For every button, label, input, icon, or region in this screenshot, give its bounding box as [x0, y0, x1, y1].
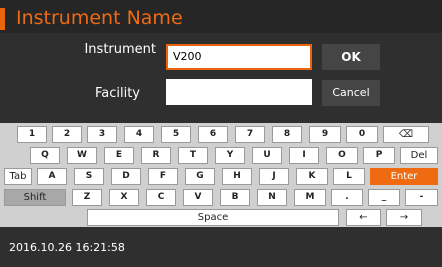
key-o[interactable]: O: [326, 147, 358, 164]
key-l[interactable]: L: [333, 168, 365, 185]
cancel-button[interactable]: Cancel: [322, 80, 380, 106]
shift-key[interactable]: Shift: [4, 189, 66, 206]
instrument-label: Instrument: [84, 42, 156, 57]
key-r[interactable]: R: [141, 147, 171, 164]
key-underscore[interactable]: _: [368, 189, 400, 206]
instrument-input[interactable]: V200: [166, 44, 312, 70]
status-bar: 2016.10.26 16:21:58: [0, 227, 442, 267]
key-j[interactable]: J: [259, 168, 289, 185]
facility-input[interactable]: [166, 79, 312, 105]
key-i[interactable]: I: [289, 147, 319, 164]
delete-key[interactable]: Del: [400, 147, 438, 164]
key-w[interactable]: W: [67, 147, 97, 164]
key-5[interactable]: 5: [161, 126, 191, 143]
key-g[interactable]: G: [185, 168, 215, 185]
key-q[interactable]: Q: [30, 147, 60, 164]
title-bar: Instrument Name: [0, 0, 442, 33]
key-e[interactable]: E: [104, 147, 134, 164]
key-hyphen[interactable]: -: [405, 189, 438, 206]
on-screen-keyboard: 1 2 3 4 5 6 7 8 9 0 ⌫ Q W E R T Y U I O …: [0, 123, 442, 227]
tab-key[interactable]: Tab: [4, 168, 32, 185]
key-z[interactable]: Z: [72, 189, 102, 206]
key-2[interactable]: 2: [52, 126, 82, 143]
key-3[interactable]: 3: [87, 126, 117, 143]
key-9[interactable]: 9: [309, 126, 341, 143]
backspace-key[interactable]: ⌫: [383, 126, 429, 143]
key-x[interactable]: X: [109, 189, 139, 206]
ok-button[interactable]: OK: [322, 44, 380, 70]
key-d[interactable]: D: [111, 168, 141, 185]
key-6[interactable]: 6: [198, 126, 228, 143]
key-4[interactable]: 4: [124, 126, 154, 143]
key-v[interactable]: V: [183, 189, 213, 206]
key-c[interactable]: C: [146, 189, 176, 206]
key-t[interactable]: T: [178, 147, 208, 164]
key-y[interactable]: Y: [215, 147, 245, 164]
arrow-left-key[interactable]: ←: [346, 209, 381, 226]
title-accent-bar: [0, 8, 5, 30]
key-n[interactable]: N: [257, 189, 287, 206]
key-k[interactable]: K: [296, 168, 328, 185]
key-period[interactable]: .: [331, 189, 363, 206]
key-7[interactable]: 7: [235, 126, 265, 143]
arrow-right-key[interactable]: →: [386, 209, 422, 226]
key-8[interactable]: 8: [272, 126, 302, 143]
key-u[interactable]: U: [252, 147, 282, 164]
key-1[interactable]: 1: [17, 126, 47, 143]
space-key[interactable]: Space: [87, 209, 339, 226]
key-a[interactable]: A: [37, 168, 67, 185]
key-s[interactable]: S: [74, 168, 104, 185]
key-p[interactable]: P: [363, 147, 395, 164]
key-0[interactable]: 0: [346, 126, 378, 143]
enter-key[interactable]: Enter: [370, 168, 438, 185]
key-f[interactable]: F: [148, 168, 178, 185]
key-m[interactable]: M: [294, 189, 326, 206]
key-b[interactable]: B: [220, 189, 250, 206]
facility-label: Facility: [94, 86, 140, 101]
dialog-title: Instrument Name: [16, 7, 183, 29]
key-h[interactable]: H: [222, 168, 252, 185]
datetime-readout: 2016.10.26 16:21:58: [9, 241, 125, 254]
